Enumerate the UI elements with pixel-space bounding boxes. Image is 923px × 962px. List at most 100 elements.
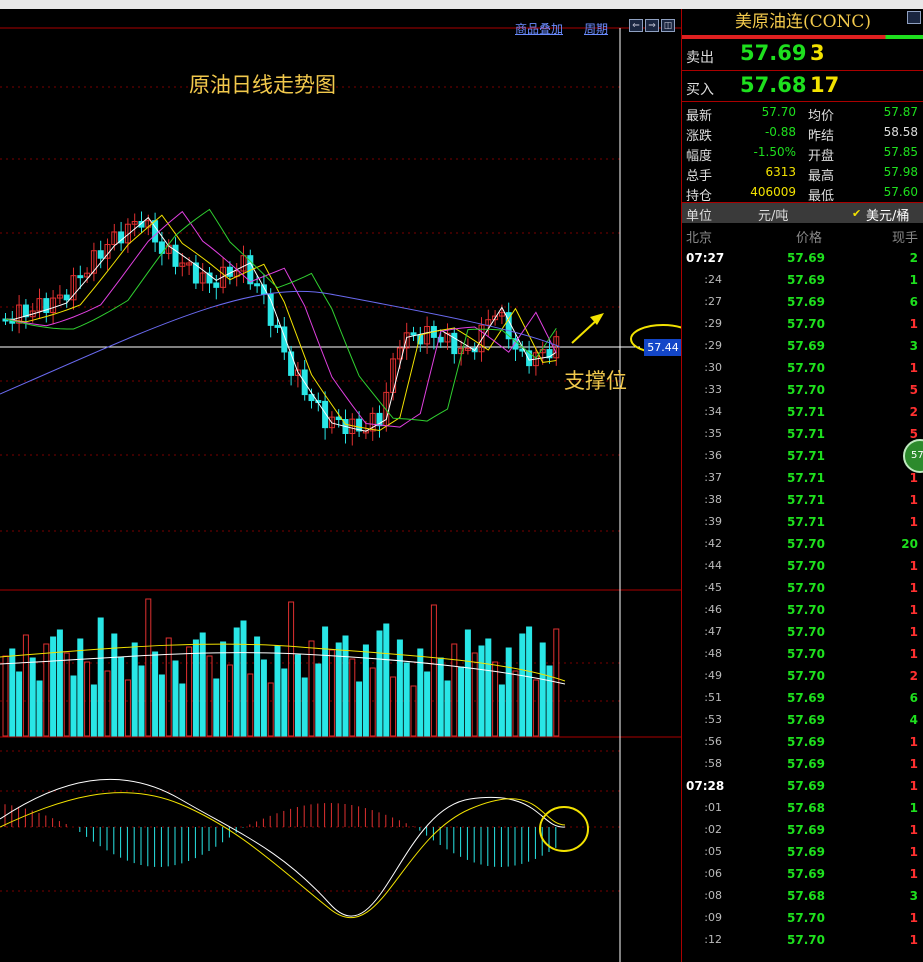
checkmark-icon: ✔ <box>852 207 862 220</box>
tick-row[interactable]: :47 57.70 1 <box>682 621 923 643</box>
volume-bar <box>335 642 342 737</box>
stat-label: 昨结 <box>808 129 835 144</box>
ticks-header-time: 北京 <box>686 231 713 246</box>
volume-bar <box>315 663 322 737</box>
volume-bar <box>158 674 165 737</box>
panel-toggle-button[interactable]: ◫ <box>661 19 675 32</box>
tick-price: 57.70 <box>787 361 825 375</box>
tick-row[interactable]: :12 57.70 1 <box>682 929 923 951</box>
tick-row[interactable]: :37 57.71 1 <box>682 467 923 489</box>
tick-volume: 3 <box>909 889 918 903</box>
chart-area[interactable]: 商品叠加 周期 ⇐ ⇒ ◫ 原油日线走势图 支撑位 57.44 <box>0 9 682 962</box>
volume-bar <box>206 655 213 737</box>
candle-body <box>77 275 84 279</box>
tick-row[interactable]: :39 57.71 1 <box>682 511 923 533</box>
tick-row[interactable]: :24 57.69 1 <box>682 269 923 291</box>
volume-bar <box>471 652 478 737</box>
stat-value: 57.60 <box>883 185 918 199</box>
tick-row[interactable]: :49 57.70 2 <box>682 665 923 687</box>
volume-bar <box>519 633 526 737</box>
tick-volume: 1 <box>909 273 918 287</box>
tick-row[interactable]: :29 57.70 1 <box>682 313 923 335</box>
period-link[interactable]: 周期 <box>584 20 608 37</box>
tick-time: :38 <box>704 493 722 506</box>
tick-volume: 1 <box>909 471 918 485</box>
tick-time: :44 <box>704 559 722 572</box>
tick-row[interactable]: :02 57.69 1 <box>682 819 923 841</box>
tick-price: 57.69 <box>787 273 825 287</box>
stat-value: -0.88 <box>764 125 796 139</box>
tick-row[interactable]: :05 57.69 1 <box>682 841 923 863</box>
sell-quote-row[interactable]: 卖出 57.69 3 <box>682 40 923 70</box>
volume-bar <box>532 679 539 737</box>
tick-time: :12 <box>704 933 722 946</box>
tick-time: :29 <box>704 339 722 352</box>
tick-row[interactable]: :08 57.68 3 <box>682 885 923 907</box>
tick-price: 57.70 <box>787 383 825 397</box>
volume-bar <box>430 604 437 737</box>
stat-value: 6313 <box>765 165 796 179</box>
tick-time: 07:28 <box>686 779 725 793</box>
tick-row[interactable]: :06 57.69 1 <box>682 863 923 885</box>
tick-row[interactable]: :42 57.70 20 <box>682 533 923 555</box>
volume-bar <box>104 670 111 737</box>
volume-bar <box>152 651 159 737</box>
tick-row[interactable]: :58 57.69 1 <box>682 753 923 775</box>
tick-time: :49 <box>704 669 722 682</box>
tick-row[interactable]: :27 57.69 6 <box>682 291 923 313</box>
tick-time: :27 <box>704 295 722 308</box>
tick-row[interactable]: 07:28 57.69 1 <box>682 775 923 797</box>
tick-time: :36 <box>704 449 722 462</box>
tick-price: 57.71 <box>787 427 825 441</box>
unit-option-yuan-per-ton[interactable]: 元/吨 <box>758 205 788 224</box>
tick-row[interactable]: :34 57.71 2 <box>682 401 923 423</box>
tick-row[interactable]: :01 57.68 1 <box>682 797 923 819</box>
tick-row[interactable]: :30 57.70 1 <box>682 357 923 379</box>
tick-row[interactable]: :35 57.71 5 <box>682 423 923 445</box>
chart-title: 原油日线走势图 <box>189 73 336 97</box>
tick-row[interactable]: :44 57.70 1 <box>682 555 923 577</box>
tick-row[interactable]: :56 57.69 1 <box>682 731 923 753</box>
unit-option-usd-per-barrel[interactable]: 美元/桶 <box>866 205 909 224</box>
tick-row[interactable]: :46 57.70 1 <box>682 599 923 621</box>
ticks-header-vol: 现手 <box>891 231 918 246</box>
buy-quote-row[interactable]: 买入 57.68 17 <box>682 72 923 102</box>
buy-label: 买入 <box>686 82 714 98</box>
stat-value: 57.85 <box>883 145 918 159</box>
tick-price: 57.68 <box>787 801 825 815</box>
volume-bar <box>478 645 485 737</box>
tick-row[interactable]: :53 57.69 4 <box>682 709 923 731</box>
tick-row[interactable]: 07:27 57.69 2 <box>682 247 923 269</box>
scroll-right-button[interactable]: ⇒ <box>645 19 659 32</box>
overlay-commodity-link[interactable]: 商品叠加 <box>515 20 563 37</box>
tick-row[interactable]: :33 57.70 5 <box>682 379 923 401</box>
tick-row[interactable]: :09 57.70 1 <box>682 907 923 929</box>
tick-time: :39 <box>704 515 722 528</box>
tick-time: :45 <box>704 581 722 594</box>
tick-volume: 6 <box>909 691 918 705</box>
candle-body <box>274 324 281 328</box>
scroll-left-button[interactable]: ⇐ <box>629 19 643 32</box>
stat-value: 58.58 <box>883 125 918 139</box>
window-restore-icon[interactable] <box>907 11 921 24</box>
ticks-header: 北京 价格 现手 <box>682 226 923 246</box>
tick-row[interactable]: :51 57.69 6 <box>682 687 923 709</box>
tick-volume: 2 <box>909 669 918 683</box>
volume-bar <box>288 601 295 737</box>
tick-volume: 20 <box>901 537 918 551</box>
tick-volume: 5 <box>909 383 918 397</box>
tick-row[interactable]: :45 57.70 1 <box>682 577 923 599</box>
tick-row[interactable]: :48 57.70 1 <box>682 643 923 665</box>
volume-bar <box>84 661 91 737</box>
volume-bar <box>131 642 138 737</box>
tick-volume: 1 <box>909 559 918 573</box>
tick-price: 57.70 <box>787 669 825 683</box>
tick-row[interactable]: :29 57.69 3 <box>682 335 923 357</box>
tick-row[interactable]: :38 57.71 1 <box>682 489 923 511</box>
volume-bar <box>308 640 315 737</box>
tick-volume: 1 <box>909 361 918 375</box>
kline-chart-svg[interactable] <box>0 9 681 962</box>
volume-bar <box>260 659 267 737</box>
tick-row[interactable]: :3657.711 <box>682 445 923 467</box>
dea-line <box>0 792 566 918</box>
